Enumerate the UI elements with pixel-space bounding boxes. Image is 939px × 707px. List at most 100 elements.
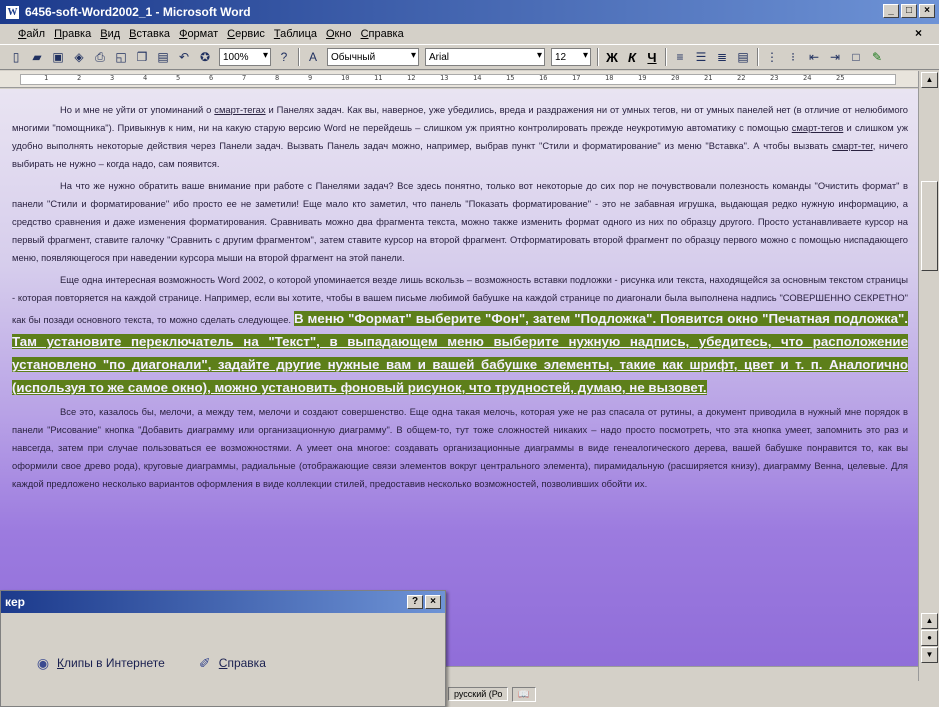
ruler-tick: 22 <box>737 74 746 82</box>
new-document-icon[interactable]: ▯ <box>6 47 26 67</box>
task-pane: кер ? × ◉ Клипы в Интернете ✐ Справка <box>0 590 446 707</box>
toolbar-separator <box>597 48 599 66</box>
font-select[interactable]: Arial <box>425 48 545 66</box>
smart-tag-word[interactable]: смарт-тегах <box>214 104 265 115</box>
spelling-book-icon[interactable]: 📖 <box>512 686 536 702</box>
increase-indent-icon[interactable]: ⇥ <box>825 47 845 67</box>
paste-icon[interactable]: ▤ <box>153 47 173 67</box>
ruler-tick: 15 <box>506 74 515 82</box>
vertical-scrollbar[interactable]: ▲ ▲ ● ▼ <box>918 71 939 681</box>
clips-online-label[interactable]: Клипы в Интернете <box>57 656 165 670</box>
scroll-thumb[interactable] <box>921 181 938 271</box>
document-text[interactable]: Но и мне не уйти от упоминаний о смарт-т… <box>12 101 908 497</box>
selected-text[interactable]: Там установите переключатель на "Текст",… <box>12 334 908 395</box>
scroll-down-arrow-icon[interactable]: ▼ <box>921 647 938 663</box>
word-window: W 6456-soft-Word2002_1 - Microsoft Word … <box>0 0 939 707</box>
ruler-tick: 14 <box>473 74 482 82</box>
close-button[interactable]: × <box>919 4 935 18</box>
globe-icon: ◉ <box>36 654 50 671</box>
ruler-tick: 2 <box>77 74 82 82</box>
status-bar: русский (Ро 📖 <box>440 681 939 707</box>
styles-pane-icon[interactable]: A <box>303 47 323 67</box>
menu-table[interactable]: Таблица <box>274 28 317 40</box>
menu-view[interactable]: Вид <box>100 28 120 40</box>
menu-file[interactable]: Файл <box>18 28 45 40</box>
menu-help[interactable]: Справка <box>361 28 404 40</box>
scroll-up-arrow-icon[interactable]: ▲ <box>921 72 938 88</box>
toolbar-separator <box>298 48 300 66</box>
print-preview-icon[interactable]: ◱ <box>111 47 131 67</box>
undo-icon[interactable]: ↶ <box>174 47 194 67</box>
language-indicator[interactable]: русский (Ро <box>448 687 509 701</box>
help-icon[interactable]: ? <box>274 47 294 67</box>
selected-text[interactable]: В меню "Формат" выберите "Фон", затем "П… <box>293 311 908 326</box>
ruler-tick: 9 <box>308 74 313 82</box>
smart-tag-word[interactable]: смарт-тег <box>832 140 872 151</box>
decrease-indent-icon[interactable]: ⇤ <box>804 47 824 67</box>
font-size-select[interactable]: 12 <box>551 48 591 66</box>
help-label[interactable]: Справка <box>219 656 266 670</box>
ruler-tick: 25 <box>836 74 845 82</box>
toolbar-separator <box>665 48 667 66</box>
task-pane-help-button[interactable]: ? <box>407 595 423 609</box>
task-pane-close-button[interactable]: × <box>425 595 441 609</box>
ruler-tick: 17 <box>572 74 581 82</box>
minimize-button[interactable]: _ <box>883 4 899 18</box>
help-book-icon: ✐ <box>198 654 211 671</box>
zoom-select[interactable]: 100% <box>219 48 271 66</box>
menu-window[interactable]: Окно <box>326 28 352 40</box>
paragraph: Но и мне не уйти от упоминаний о смарт-т… <box>12 101 908 173</box>
menu-tools[interactable]: Сервис <box>227 28 265 40</box>
justify-icon[interactable]: ▤ <box>733 47 753 67</box>
ruler-tick: 11 <box>374 74 383 82</box>
paragraph: Все это, казалось бы, мелочи, а между те… <box>12 406 908 489</box>
ruler-tick: 1 <box>44 74 49 82</box>
ruler-tick: 16 <box>539 74 548 82</box>
close-document-button[interactable]: × <box>915 26 922 40</box>
ruler-tick: 23 <box>770 74 779 82</box>
scroll-up-arrow-icon[interactable]: ▲ <box>921 613 938 629</box>
title-bar[interactable]: W 6456-soft-Word2002_1 - Microsoft Word … <box>0 0 939 24</box>
open-folder-icon[interactable]: ▰ <box>27 47 47 67</box>
clips-online-link[interactable]: ◉ Клипы в Интернете <box>33 655 165 671</box>
ruler-tick: 20 <box>671 74 680 82</box>
menu-bar: Файл Правка Вид Вставка Формат Сервис Та… <box>0 24 939 44</box>
ruler-tick: 4 <box>143 74 148 82</box>
underline-button[interactable]: Ч <box>642 47 662 67</box>
numbered-list-icon[interactable]: ⋮ <box>762 47 782 67</box>
ruler-tick: 10 <box>341 74 350 82</box>
help-link[interactable]: ✐ Справка <box>195 655 266 671</box>
toolbar-separator <box>757 48 759 66</box>
maximize-button[interactable]: □ <box>901 4 917 18</box>
italic-button[interactable]: К <box>622 47 642 67</box>
ruler-tick: 19 <box>638 74 647 82</box>
print-icon[interactable]: ⎙ <box>90 47 110 67</box>
ruler-tick: 6 <box>209 74 214 82</box>
select-browse-object-icon[interactable]: ● <box>921 630 938 646</box>
align-right-icon[interactable]: ≣ <box>712 47 732 67</box>
ruler-tick: 13 <box>440 74 449 82</box>
borders-icon[interactable]: □ <box>846 47 866 67</box>
style-select[interactable]: Обычный <box>327 48 419 66</box>
bold-button[interactable]: Ж <box>602 47 622 67</box>
hyperlink-icon[interactable]: ✪ <box>195 47 215 67</box>
align-left-icon[interactable]: ≡ <box>670 47 690 67</box>
save-icon[interactable]: ▣ <box>48 47 68 67</box>
smart-tag-word[interactable]: смарт-тегов <box>792 122 844 133</box>
ruler-tick: 18 <box>605 74 614 82</box>
menu-insert[interactable]: Вставка <box>129 28 170 40</box>
text-run: Но и мне не уйти от упоминаний о <box>60 104 215 115</box>
word-app-icon[interactable]: W <box>5 4 20 20</box>
menu-format[interactable]: Формат <box>179 28 218 40</box>
copy-icon[interactable]: ❐ <box>132 47 152 67</box>
horizontal-scrollbar[interactable] <box>440 666 918 681</box>
align-center-icon[interactable]: ☰ <box>691 47 711 67</box>
highlight-icon[interactable]: ✎ <box>867 47 887 67</box>
ruler-track <box>20 74 896 85</box>
menu-edit[interactable]: Правка <box>54 28 91 40</box>
task-pane-title[interactable]: кер <box>1 591 445 613</box>
horizontal-ruler[interactable]: 1 2 3 4 5 6 7 8 9 10 11 12 13 14 15 16 1… <box>0 71 920 88</box>
permission-icon[interactable]: ◈ <box>69 47 89 67</box>
bulleted-list-icon[interactable]: ⁝ <box>783 47 803 67</box>
ruler-tick: 5 <box>176 74 181 82</box>
